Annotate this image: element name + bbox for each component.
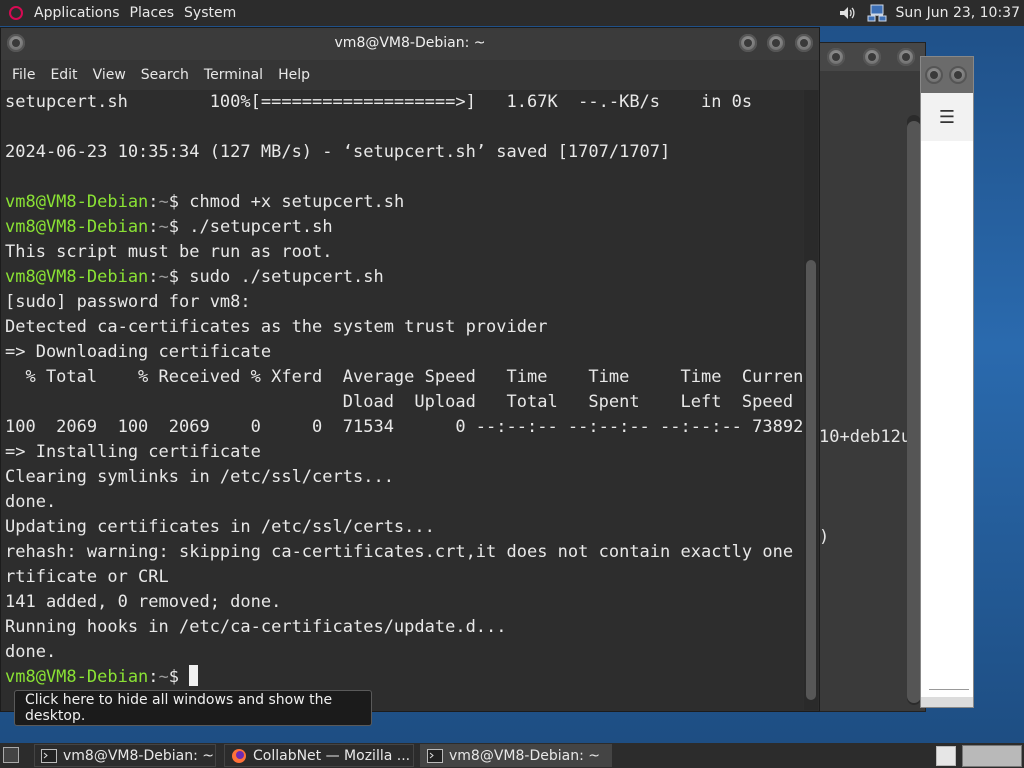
taskbar-task-terminal-1[interactable]: vm8@VM8-Debian: ~ xyxy=(34,744,216,767)
terminal-prompt-line: vm8@VM8-Debian:~$ chmod +x setupcert.sh xyxy=(5,190,404,215)
firefox-icon xyxy=(231,748,247,764)
taskbar-task-firefox[interactable]: CollabNet — Mozilla ... xyxy=(224,744,414,767)
window-button-icon[interactable] xyxy=(897,48,915,66)
close-button-icon[interactable] xyxy=(795,34,813,52)
system-menu[interactable]: System xyxy=(184,5,236,21)
browser-content xyxy=(921,141,973,697)
volume-icon[interactable] xyxy=(836,3,858,23)
terminal-prompt-line: vm8@VM8-Debian:~$ ./setupcert.sh xyxy=(5,215,333,240)
terminal-output-line: => Downloading certificate xyxy=(5,342,272,362)
applications-menu[interactable]: Applications xyxy=(34,5,120,21)
terminal-output-line: Running hooks in /etc/ca-certificates/up… xyxy=(5,617,507,637)
window-title: vm8@VM8-Debian: ~ xyxy=(334,35,486,51)
terminal-output-line: done. xyxy=(5,492,57,512)
view-menu[interactable]: View xyxy=(93,67,126,83)
prompt-separator: : xyxy=(148,192,159,212)
terminal-output-line: This script must be run as root. xyxy=(5,242,333,262)
prompt-user-host: vm8@VM8-Debian xyxy=(5,192,149,212)
edit-menu[interactable]: Edit xyxy=(50,67,77,83)
prompt-command: $ ./setupcert.sh xyxy=(168,217,333,237)
task-label: vm8@VM8-Debian: ~ xyxy=(63,747,214,764)
terminal-icon xyxy=(41,748,57,764)
network-icon[interactable] xyxy=(866,3,888,23)
workspace-switcher[interactable] xyxy=(962,745,1022,767)
search-menu[interactable]: Search xyxy=(141,67,189,83)
terminal-output-line: rtificate or CRL xyxy=(5,567,169,587)
terminal-prompt-line: vm8@VM8-Debian:~$ xyxy=(5,665,199,690)
prompt-user-host: vm8@VM8-Debian xyxy=(5,217,149,237)
system-tray: Sun Jun 23, 10:37 xyxy=(836,0,1020,26)
window-button-icon[interactable] xyxy=(827,48,845,66)
background-window-titlebar[interactable] xyxy=(819,43,925,71)
prompt-command: $ chmod +x setupcert.sh xyxy=(168,192,405,212)
prompt-path: ~ xyxy=(158,267,169,287)
terminal-output-line: setupcert.sh 100%[===================>] … xyxy=(5,92,753,112)
text-cursor xyxy=(189,665,199,686)
terminal-output-line: => Installing certificate xyxy=(5,442,261,462)
background-scrollbar[interactable] xyxy=(907,115,921,705)
prompt-separator: : xyxy=(148,267,159,287)
minimize-button-icon[interactable] xyxy=(739,34,757,52)
bottom-taskbar: vm8@VM8-Debian: ~ CollabNet — Mozilla ..… xyxy=(0,743,1024,768)
terminal-menubar: File Edit View Search Terminal Help xyxy=(1,60,819,90)
window-button-icon[interactable] xyxy=(925,66,943,84)
taskbar-task-terminal-2[interactable]: vm8@VM8-Debian: ~ xyxy=(420,744,612,767)
window-button-icon[interactable] xyxy=(949,66,967,84)
terminal-output-line: % Total % Received % Xferd Average Speed… xyxy=(5,367,803,387)
trash-icon[interactable] xyxy=(936,746,956,766)
show-desktop-tooltip: Click here to hide all windows and show … xyxy=(14,690,372,726)
background-text-fragment: 10+deb12u xyxy=(819,427,912,447)
terminal-output-line: done. xyxy=(5,642,57,662)
places-menu[interactable]: Places xyxy=(130,5,175,21)
prompt-user-host: vm8@VM8-Debian xyxy=(5,667,149,687)
prompt-path: ~ xyxy=(158,192,169,212)
terminal-screen[interactable]: setupcert.sh 100%[===================>] … xyxy=(1,90,803,710)
terminal-window[interactable]: vm8@VM8-Debian: ~ File Edit View Search … xyxy=(0,27,820,712)
prompt-path: ~ xyxy=(158,217,169,237)
file-menu[interactable]: File xyxy=(12,67,35,83)
terminal-output-line: 100 2069 100 2069 0 0 71534 0 --:--:-- -… xyxy=(5,417,803,437)
terminal-titlebar[interactable]: vm8@VM8-Debian: ~ xyxy=(1,28,819,60)
maximize-button-icon[interactable] xyxy=(767,34,785,52)
terminal-output-line: Detected ca-certificates as the system t… xyxy=(5,317,548,337)
terminal-output-line: Dload Upload Total Spent Left Speed xyxy=(5,392,794,412)
task-label: CollabNet — Mozilla ... xyxy=(253,747,411,764)
help-menu[interactable]: Help xyxy=(278,67,310,83)
terminal-output-line: 141 added, 0 removed; done. xyxy=(5,592,282,612)
hamburger-menu-icon[interactable]: ☰ xyxy=(921,93,973,141)
terminal-output-line: Clearing symlinks in /etc/ssl/certs... xyxy=(5,467,394,487)
terminal-icon xyxy=(427,748,443,764)
terminal-prompt-line: vm8@VM8-Debian:~$ sudo ./setupcert.sh xyxy=(5,265,384,290)
background-text-fragment: ) xyxy=(819,527,830,547)
debian-logo-icon[interactable] xyxy=(8,5,24,21)
divider xyxy=(929,689,969,690)
background-browser-window[interactable]: ☰ xyxy=(920,56,974,708)
terminal-menu[interactable]: Terminal xyxy=(204,67,263,83)
terminal-output-line: 2024-06-23 10:35:34 (127 MB/s) - ‘setupc… xyxy=(5,142,671,162)
top-panel: Applications Places System Sun Jun 23, 1… xyxy=(0,0,1024,26)
prompt-separator: : xyxy=(148,217,159,237)
task-label: vm8@VM8-Debian: ~ xyxy=(449,747,600,764)
background-window-titlebar[interactable] xyxy=(921,57,973,93)
prompt-command: $ xyxy=(168,667,190,687)
prompt-command: $ sudo ./setupcert.sh xyxy=(168,267,384,287)
show-desktop-button[interactable] xyxy=(3,747,19,763)
prompt-separator: : xyxy=(148,667,159,687)
clock[interactable]: Sun Jun 23, 10:37 xyxy=(896,5,1020,21)
prompt-user-host: vm8@VM8-Debian xyxy=(5,267,149,287)
scroll-thumb[interactable] xyxy=(806,260,816,700)
terminal-output-line: [sudo] password for vm8: xyxy=(5,292,251,312)
background-terminal-window[interactable]: 10+deb12u ) xyxy=(818,42,926,712)
terminal-scrollbar[interactable] xyxy=(804,90,818,710)
window-button-icon[interactable] xyxy=(863,48,881,66)
scroll-thumb[interactable] xyxy=(907,121,921,703)
prompt-path: ~ xyxy=(158,667,169,687)
terminal-output-line: Updating certificates in /etc/ssl/certs.… xyxy=(5,517,435,537)
terminal-output-line: rehash: warning: skipping ca-certificate… xyxy=(5,542,803,562)
